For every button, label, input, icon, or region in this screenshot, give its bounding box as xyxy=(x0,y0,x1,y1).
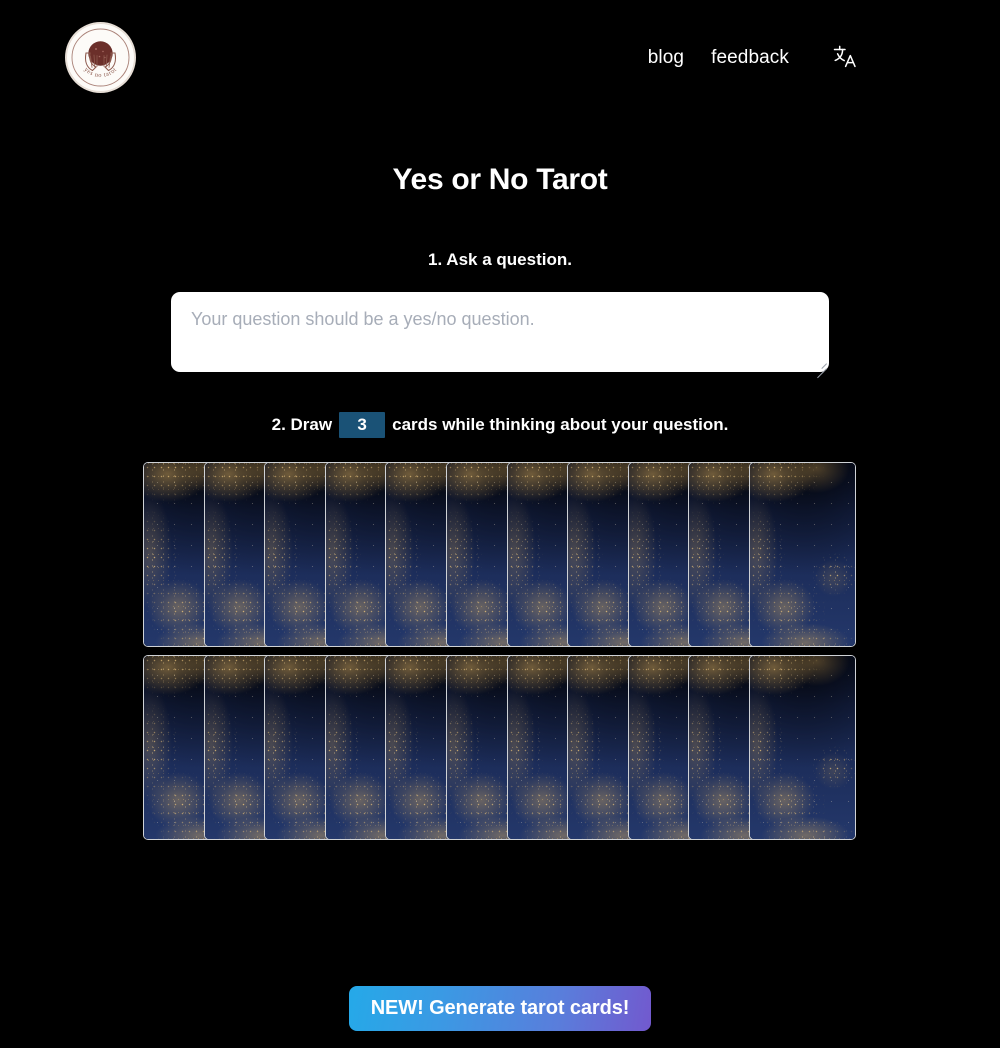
tarot-card-back-art xyxy=(750,463,855,647)
question-field-wrapper xyxy=(171,292,829,379)
main-content: Yes or No Tarot 1. Ask a question. 2. Dr… xyxy=(0,115,1000,848)
card-stardust-layer xyxy=(750,656,855,840)
card-deck-row-1 xyxy=(143,462,857,648)
main-nav: blog feedback xyxy=(648,42,860,72)
nav-link-blog[interactable]: blog xyxy=(648,48,684,67)
nav-link-feedback[interactable]: feedback xyxy=(711,48,789,67)
step-2-text-after: cards while thinking about your question… xyxy=(392,415,729,435)
site-header: yes no tarot blog feedback xyxy=(0,0,1000,115)
card-count-input[interactable] xyxy=(339,412,386,439)
step-1-label: 1. Ask a question. xyxy=(428,250,572,269)
logo-icon: yes no tarot xyxy=(66,23,135,92)
step-2-text-before: 2. Draw xyxy=(271,415,333,435)
card-deck xyxy=(143,462,857,841)
page-title: Yes or No Tarot xyxy=(392,163,608,196)
cta-section: NEW! Generate tarot cards! xyxy=(0,986,1000,1031)
tarot-card[interactable] xyxy=(749,655,856,841)
generate-tarot-cards-button[interactable]: NEW! Generate tarot cards! xyxy=(348,986,652,1031)
tarot-card[interactable] xyxy=(749,462,856,648)
card-stardust-layer xyxy=(750,463,855,647)
translate-glyph xyxy=(833,45,856,68)
question-input[interactable] xyxy=(171,292,829,373)
site-logo[interactable]: yes no tarot xyxy=(66,23,135,92)
card-deck-row-2 xyxy=(143,655,857,841)
step-2-label: 2. Draw cards while thinking about your … xyxy=(0,412,1000,439)
tarot-card-back-art xyxy=(750,656,855,840)
translate-icon[interactable] xyxy=(830,42,860,72)
